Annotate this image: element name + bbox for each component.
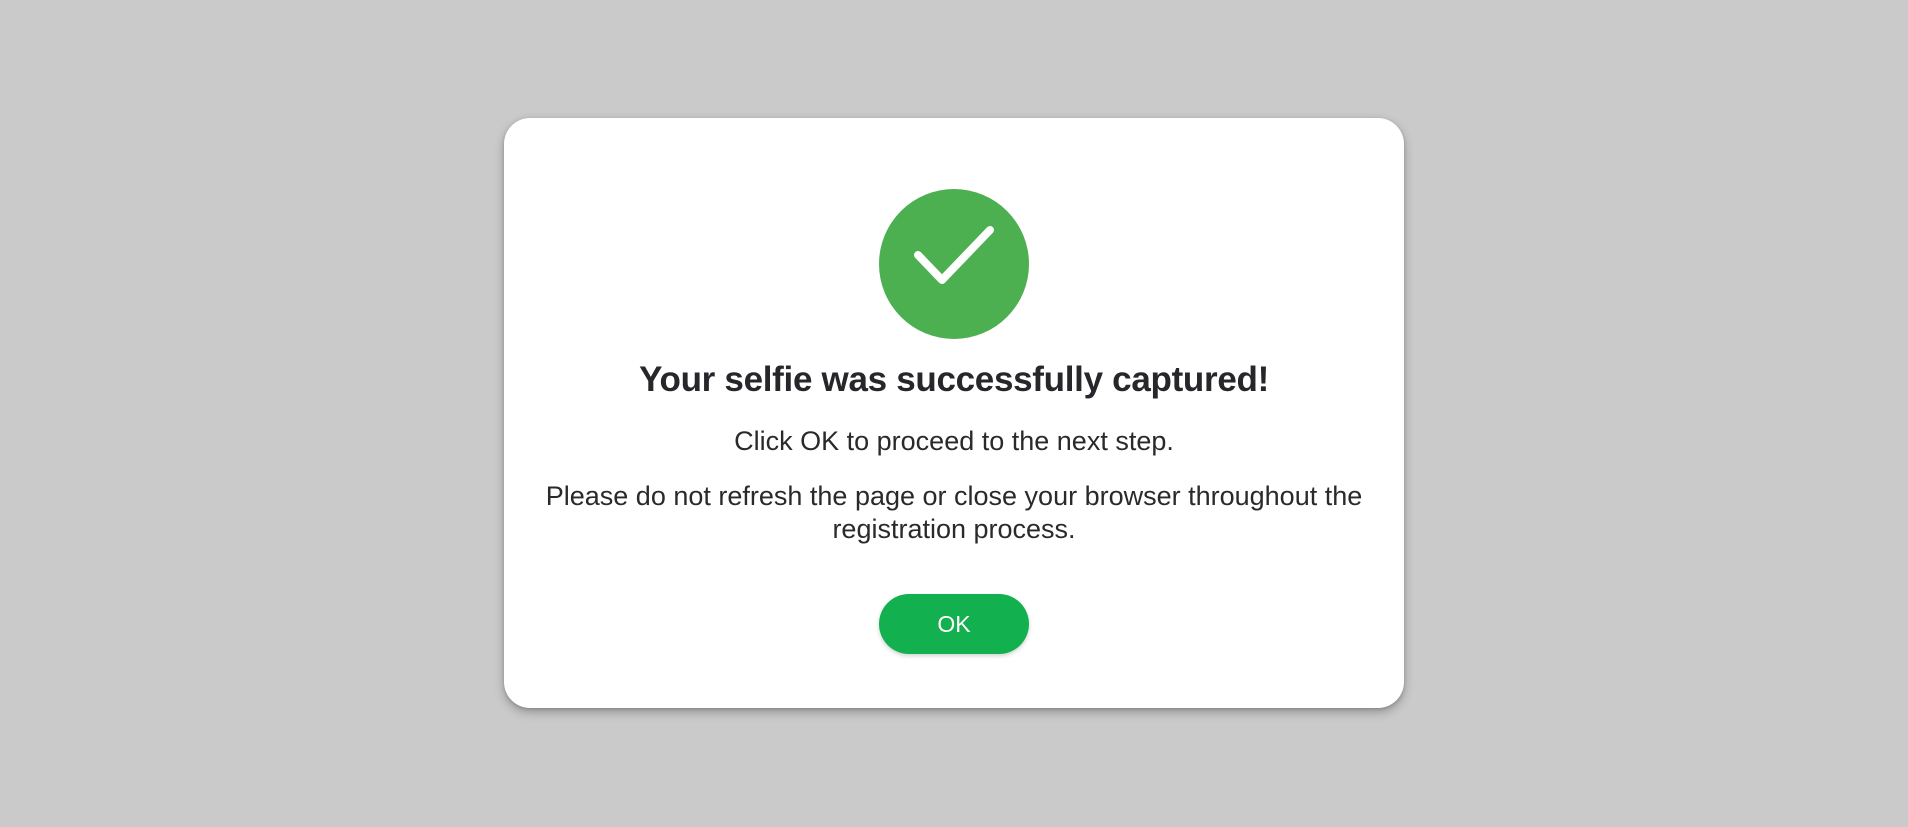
- check-icon: [914, 226, 994, 284]
- warning-text: Please do not refresh the page or close …: [545, 481, 1363, 544]
- ok-button[interactable]: OK: [879, 594, 1029, 654]
- success-dialog: Your selfie was successfully captured! C…: [504, 118, 1404, 708]
- dialog-title: Your selfie was successfully captured!: [639, 360, 1269, 399]
- instruction-text: Click OK to proceed to the next step.: [734, 426, 1174, 456]
- success-badge: [879, 189, 1029, 339]
